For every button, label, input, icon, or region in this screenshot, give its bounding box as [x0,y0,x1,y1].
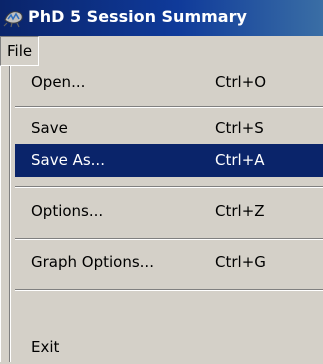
menu-bar: File [0,36,323,67]
menu-item-label: Save [31,119,68,137]
menu-item-label: Exit [31,338,60,356]
menu-item-label: Graph Options... [31,253,154,271]
menu-item-label: Save As... [31,151,105,169]
window-title: PhD 5 Session Summary [28,7,247,26]
menu-item-shortcut: Ctrl+G [215,253,266,271]
menu-item-save-as[interactable]: Save As... Ctrl+A [15,144,323,177]
menu-separator [15,289,323,291]
menu-item-label: Options... [31,202,104,220]
menu-separator [15,238,323,240]
menu-separator [15,106,323,108]
menu-file[interactable]: File [0,36,40,66]
menu-item-label: Open... [31,73,86,91]
app-icon[interactable] [3,8,25,28]
menu-item-shortcut: Ctrl+A [215,151,265,169]
menu-item-exit[interactable]: Exit [15,331,323,364]
menu-item-shortcut: Ctrl+O [215,73,267,91]
title-bar: PhD 5 Session Summary [0,0,323,36]
menu-item-shortcut: Ctrl+S [215,119,264,137]
menu-item-graph-options[interactable]: Graph Options... Ctrl+G [15,246,323,279]
menu-item-shortcut: Ctrl+Z [215,202,265,220]
file-menu-dropdown: Open... Ctrl+O Save Ctrl+S Save As... Ct… [0,66,323,362]
menu-item-options[interactable]: Options... Ctrl+Z [15,195,323,228]
menu-item-save[interactable]: Save Ctrl+S [15,112,323,145]
menu-item-open[interactable]: Open... Ctrl+O [15,66,323,99]
menu-separator [15,186,323,188]
